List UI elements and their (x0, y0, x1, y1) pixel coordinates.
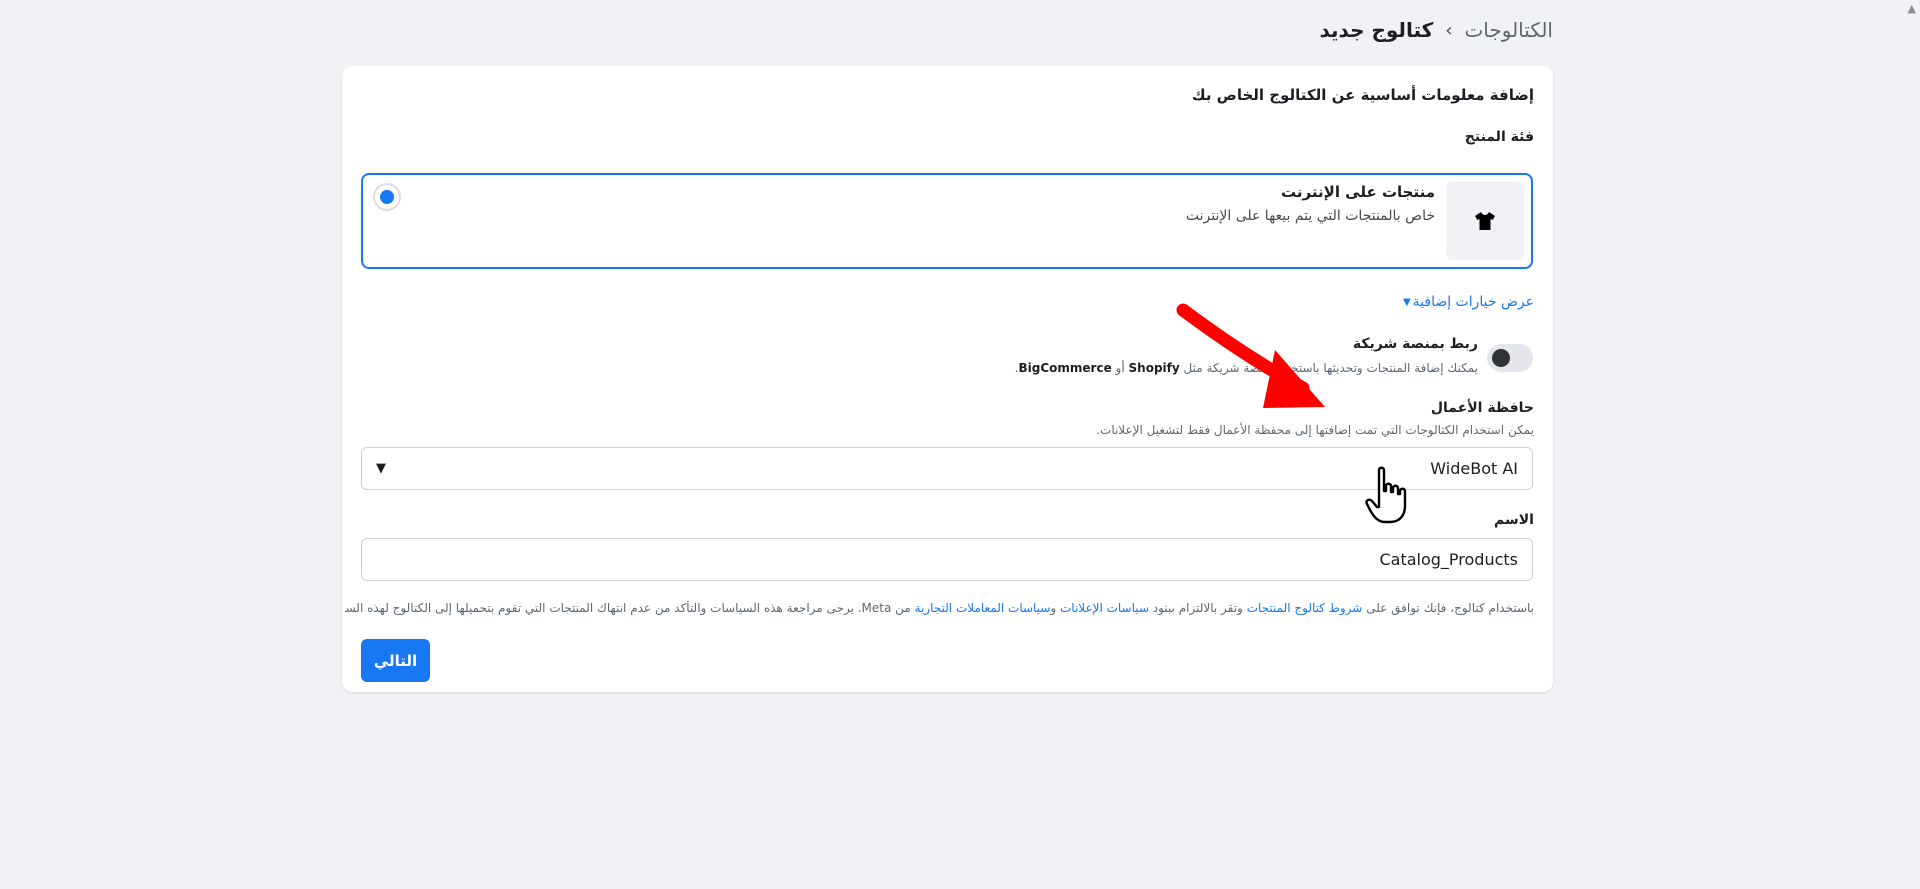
shopify-label: Shopify (1128, 361, 1180, 375)
show-more-options-link[interactable]: عرض خيارات إضافية ▼ (1403, 294, 1534, 310)
option-radio[interactable] (373, 183, 401, 211)
page-title: كتالوج جديد (1319, 18, 1434, 42)
option-description: خاص بالمنتجات التي يتم بيعها على الإنترن… (1185, 208, 1435, 224)
scroll-up-arrow-icon[interactable]: ▲ (1908, 2, 1916, 15)
partner-platform-title: ربط بمنصة شريكة (1352, 336, 1478, 352)
partner-desc-prefix: يمكنك إضافة المنتجات وتحديثها باستخدام م… (1183, 361, 1478, 375)
partner-platform-description: يمكنك إضافة المنتجات وتحديثها باستخدام م… (1015, 361, 1478, 375)
terms-and: و (1050, 601, 1057, 615)
bigcommerce-label: BigCommerce (1018, 361, 1112, 375)
catalog-name-value: Catalog_Products (1379, 550, 1518, 569)
caret-down-icon: ▼ (1402, 296, 1411, 308)
name-field-label: الاسم (1494, 512, 1534, 528)
caret-down-icon: ▼ (376, 461, 386, 476)
catalog-name-input[interactable]: Catalog_Products (361, 538, 1533, 581)
breadcrumb: الكتالوجات › كتالوج جديد (1319, 18, 1553, 42)
partner-or: أو (1115, 361, 1125, 375)
catalog-terms-link[interactable]: شروط كتالوج المنتجات (1247, 601, 1363, 615)
page: ▲ الكتالوجات › كتالوج جديد إضافة معلومات… (0, 0, 1920, 889)
product-category-label: فئة المنتج (1464, 129, 1534, 145)
business-portfolio-description: يمكن استخدام الكتالوجات التي تمت إضافتها… (1096, 423, 1534, 437)
next-button[interactable]: التالي (361, 639, 430, 682)
new-catalog-card: إضافة معلومات أساسية عن الكتالوج الخاص ب… (342, 66, 1553, 692)
terms-part3: من Meta. يرجى مراجعة هذه السياسات والتأك… (345, 601, 911, 615)
online-products-option[interactable]: منتجات على الإنترنت خاص بالمنتجات التي ي… (361, 173, 1533, 269)
commerce-policies-link[interactable]: سياسات المعاملات التجارية (915, 601, 1051, 615)
terms-part1: باستخدام كتالوج، فإنك توافق على (1366, 601, 1534, 615)
ad-policies-link[interactable]: سياسات الإعلانات (1060, 601, 1149, 615)
option-title: منتجات على الإنترنت (1281, 183, 1435, 201)
breadcrumb-catalogs-link[interactable]: الكتالوجات (1464, 18, 1553, 42)
radio-selected-dot (380, 190, 394, 204)
breadcrumb-chevron-icon: › (1445, 19, 1453, 41)
option-thumbnail (1446, 182, 1524, 260)
more-options-label: عرض خيارات إضافية (1412, 294, 1534, 310)
tshirt-icon (1475, 212, 1495, 230)
partner-platform-toggle[interactable] (1487, 344, 1533, 372)
business-portfolio-select[interactable]: WideBot AI ▼ (361, 447, 1533, 490)
toggle-knob (1492, 349, 1510, 367)
terms-notice: باستخدام كتالوج، فإنك توافق على شروط كتا… (345, 601, 1553, 615)
terms-part2: وتقر بالالتزام ببنود (1152, 601, 1243, 615)
card-title: إضافة معلومات أساسية عن الكتالوج الخاص ب… (1191, 86, 1534, 104)
business-portfolio-label: حافظة الأعمال (1430, 400, 1534, 416)
business-portfolio-value: WideBot AI (1430, 459, 1518, 478)
